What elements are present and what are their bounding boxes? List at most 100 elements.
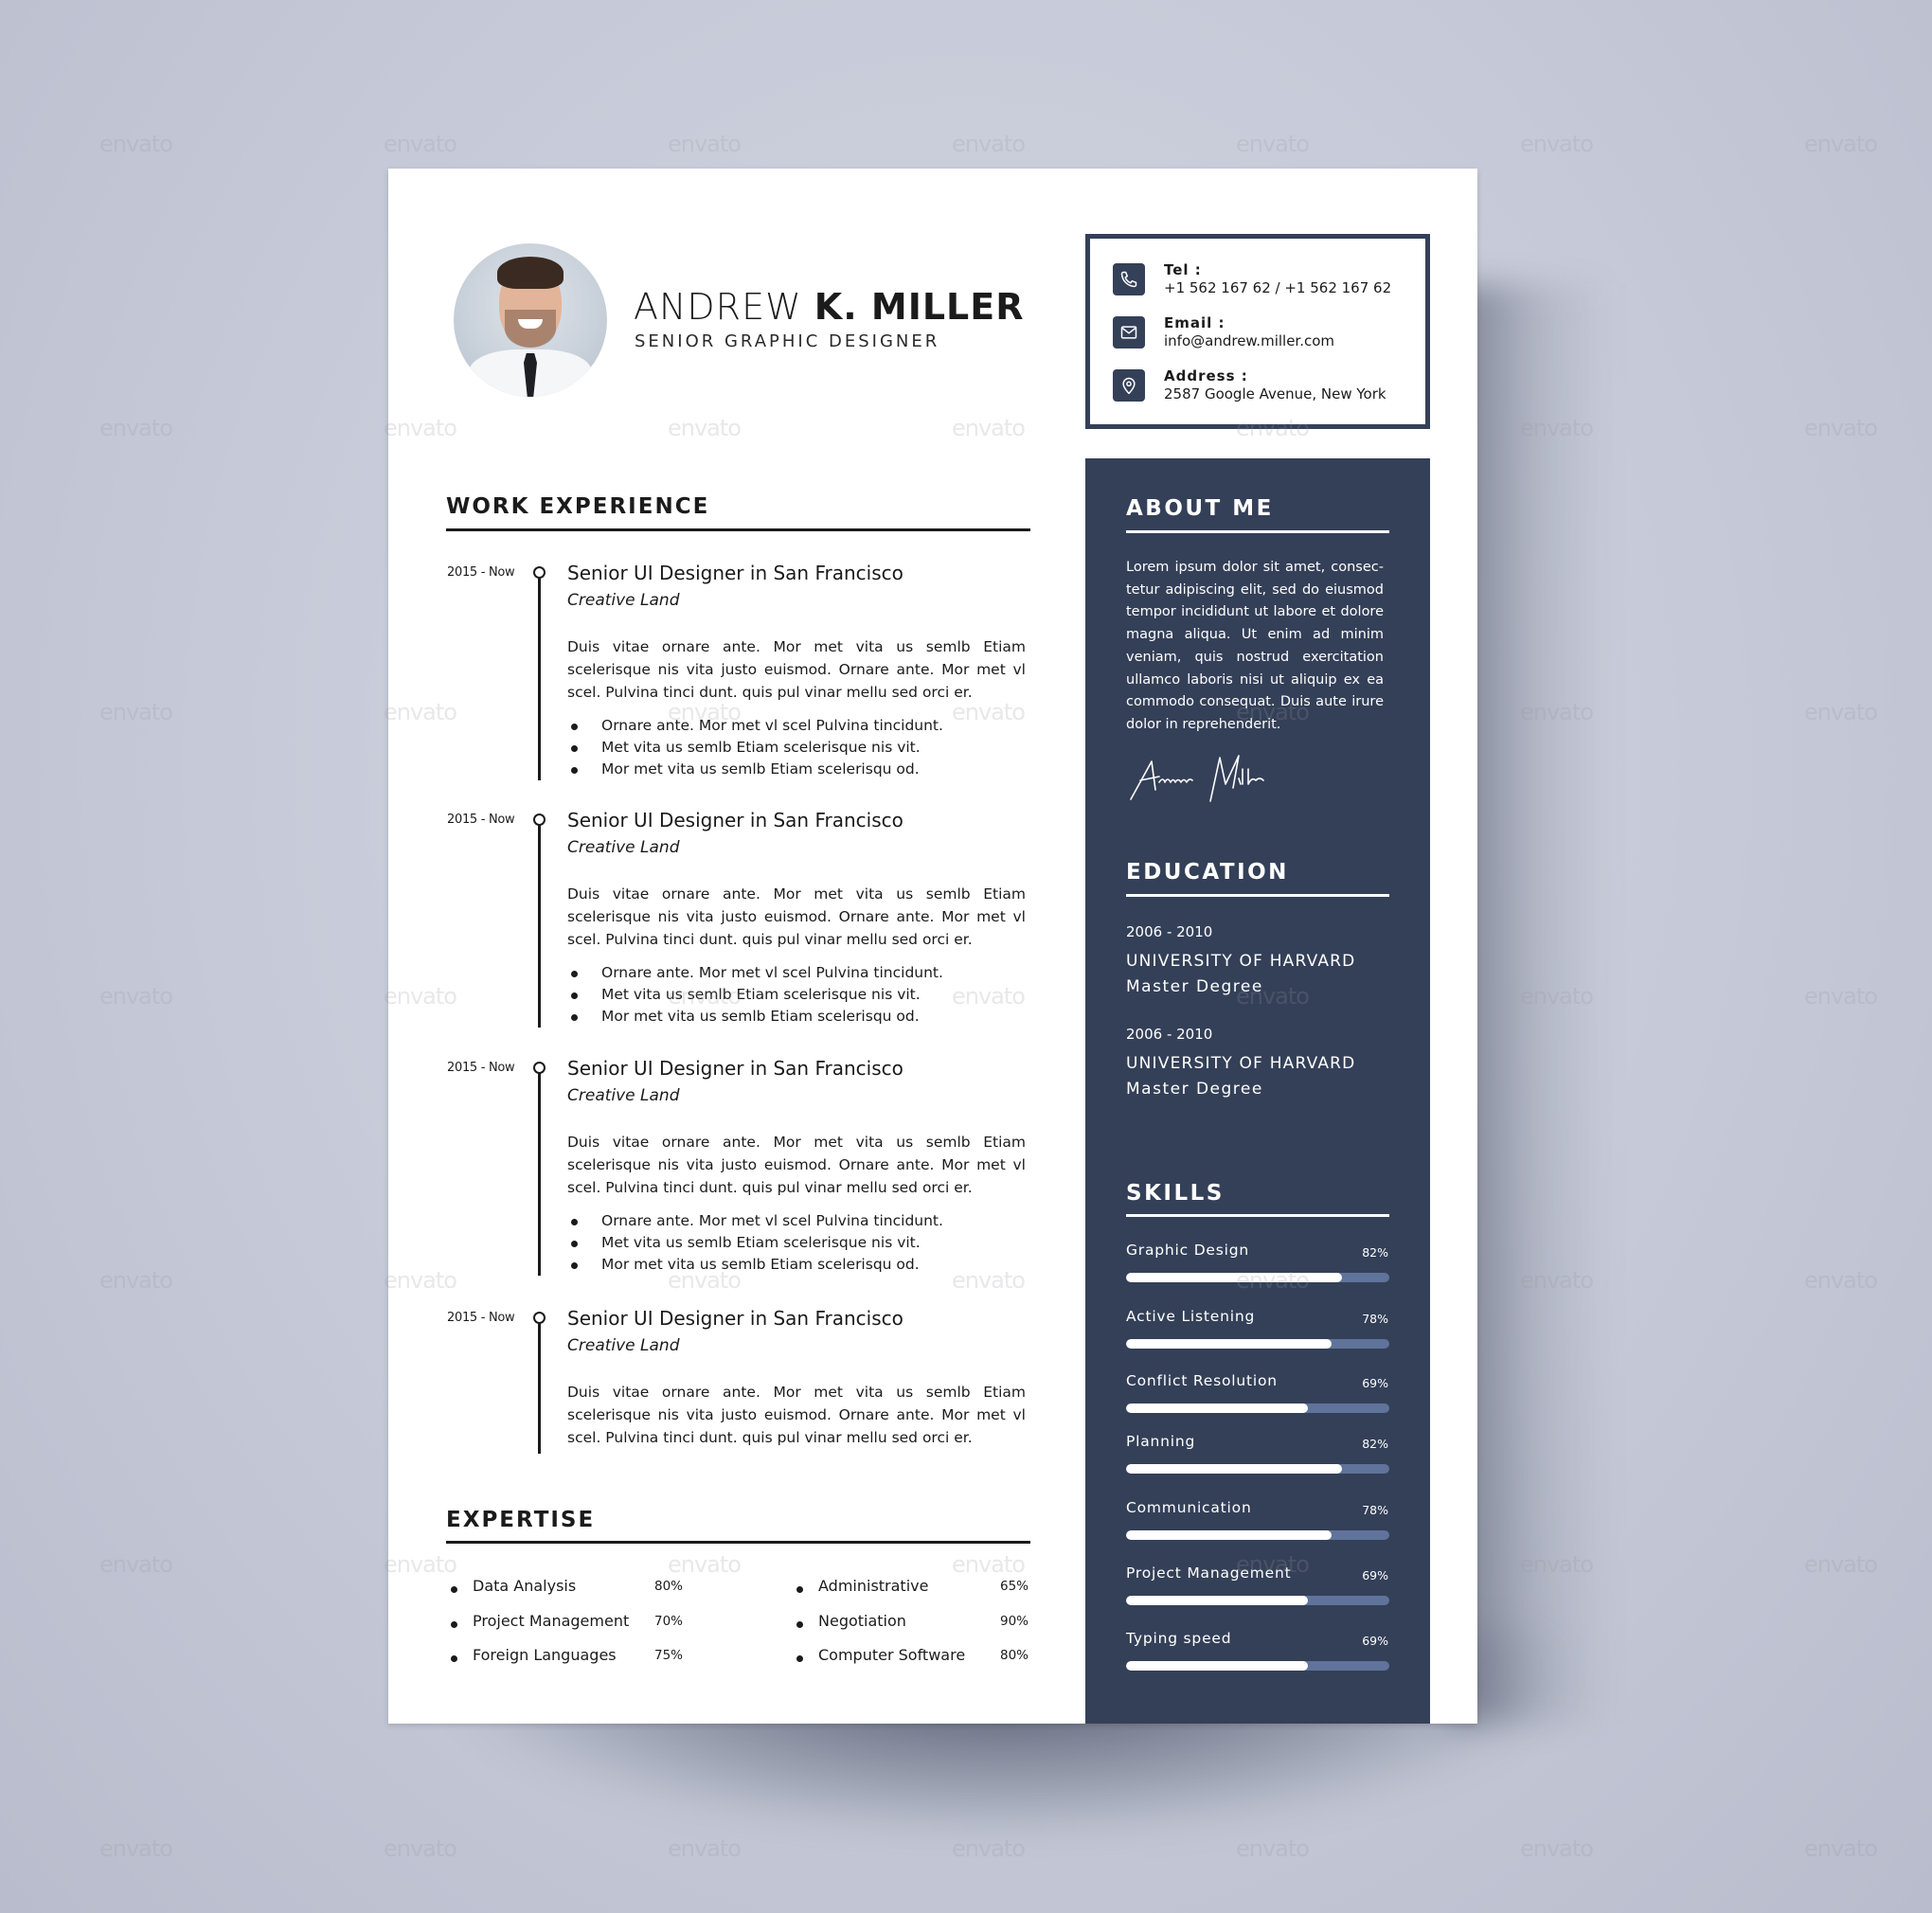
timeline-line [538, 1323, 541, 1454]
expertise-percent: 80% [1000, 1648, 1029, 1663]
job-company: Creative Land [567, 1336, 680, 1355]
watermark-text: envato [952, 131, 1026, 157]
address-value: 2587 Google Avenue, New York [1164, 385, 1386, 402]
skill-bar-fill [1126, 1596, 1308, 1605]
watermark-text: envato [1804, 699, 1878, 725]
job-bullet: Ornare ante. Mor met vl scel Pulvina tin… [567, 1210, 1026, 1232]
job-bullet: Mor met vita us semlb Etiam scelerisqu o… [567, 1254, 1026, 1276]
profile-photo [454, 243, 607, 397]
watermark-text: envato [1236, 1835, 1310, 1862]
watermark-text: envato [99, 131, 173, 157]
watermark-text: envato [1804, 131, 1878, 157]
job-bullets: Ornare ante. Mor met vl scel Pulvina tin… [567, 715, 1026, 780]
skill-bar-track [1126, 1661, 1389, 1671]
bullet-dot [451, 1586, 457, 1593]
job-title: Senior UI Designer in San Francisco [567, 1307, 903, 1330]
watermark-text: envato [99, 699, 173, 725]
job-company: Creative Land [567, 1086, 680, 1105]
expertise-name: Foreign Languages [473, 1646, 617, 1664]
job-bullet: Met vita us semlb Etiam scelerisque nis … [567, 1232, 1026, 1254]
contact-address: Address : 2587 Google Avenue, New York [1113, 367, 1386, 403]
job-title: Senior UI Designer in San Francisco [567, 809, 903, 831]
job-title: Senior UI Designer in San Francisco [567, 562, 903, 584]
skill-percent: 78% [1362, 1503, 1388, 1517]
watermark-text: envato [99, 1267, 173, 1294]
bullet-dot [796, 1621, 803, 1628]
job-company: Creative Land [567, 591, 680, 610]
work-experience-divider [446, 528, 1030, 531]
job-bullet: Ornare ante. Mor met vl scel Pulvina tin… [567, 715, 1026, 737]
expertise-percent: 80% [654, 1579, 684, 1594]
watermark-text: envato [1804, 983, 1878, 1010]
skill-bar-track [1126, 1464, 1389, 1474]
skill-bar-track [1126, 1596, 1389, 1605]
timeline-line [538, 825, 541, 1028]
skill-bar-fill [1126, 1464, 1342, 1474]
skill-bar-track [1126, 1273, 1389, 1282]
watermark-text: envato [1520, 1835, 1594, 1862]
bullet-dot [451, 1621, 457, 1628]
skill-percent: 82% [1362, 1245, 1388, 1260]
job-title: Senior UI Designer in San Francisco [567, 1057, 903, 1080]
expertise-name: Data Analysis [473, 1577, 577, 1595]
expertise-percent: 75% [654, 1648, 684, 1663]
expertise-percent: 65% [1000, 1579, 1029, 1594]
email-value[interactable]: info@andrew.miller.com [1164, 332, 1334, 350]
expertise-name: Project Management [473, 1612, 630, 1630]
job-title-header: SENIOR GRAPHIC DESIGNER [635, 331, 940, 351]
skill-bar-fill [1126, 1661, 1308, 1671]
contact-box: Tel : +1 562 167 62 / +1 562 167 62 Emai… [1085, 234, 1430, 429]
expertise-name: Administrative [818, 1577, 929, 1595]
address-label: Address : [1164, 367, 1248, 384]
skills-divider [1126, 1214, 1389, 1217]
watermark-text: envato [99, 983, 173, 1010]
skill-bar-fill [1126, 1273, 1342, 1282]
job-description: Duis vitae ornare ante. Mor met vita us … [567, 1384, 1026, 1446]
watermark-text: envato [1804, 1267, 1878, 1294]
last-name: K. MILLER [814, 286, 1025, 328]
watermark-text: envato [952, 1835, 1026, 1862]
skill-bar-track [1126, 1530, 1389, 1540]
work-experience-heading: WORK EXPERIENCE [446, 494, 710, 519]
timeline-line [538, 578, 541, 780]
watermark-text: envato [1520, 131, 1594, 157]
education-divider [1126, 894, 1389, 897]
skill-bar-fill [1126, 1339, 1332, 1349]
contact-email: Email : info@andrew.miller.com [1113, 314, 1334, 350]
first-name: ANDREW [634, 286, 802, 328]
photo-beard [505, 310, 556, 348]
skill-name: Graphic Design [1126, 1242, 1250, 1259]
education-school: UNIVERSITY OF HARVARD [1126, 952, 1356, 971]
about-text: Lorem ipsum dolor sit amet, consec­tetur… [1126, 560, 1384, 732]
education-degree: Master Degree [1126, 977, 1263, 996]
timeline-line [538, 1073, 541, 1276]
job-company: Creative Land [567, 838, 680, 857]
education-degree: Master Degree [1126, 1080, 1263, 1099]
watermark-text: envato [1804, 415, 1878, 441]
expertise-percent: 90% [1000, 1614, 1029, 1629]
watermark-text: envato [99, 1835, 173, 1862]
skill-percent: 82% [1362, 1437, 1388, 1451]
job-date: 2015 - Now [447, 565, 515, 580]
watermark-text: envato [668, 1835, 742, 1862]
expertise-divider [446, 1541, 1030, 1544]
email-label: Email : [1164, 314, 1225, 331]
job-date: 2015 - Now [447, 1311, 515, 1325]
job-bullet: Ornare ante. Mor met vl scel Pulvina tin… [567, 962, 1026, 984]
watermark-text: envato [1236, 131, 1310, 157]
skill-bar-track [1126, 1339, 1389, 1349]
education-school: UNIVERSITY OF HARVARD [1126, 1054, 1356, 1073]
tel-label: Tel : [1164, 261, 1202, 278]
tel-value[interactable]: +1 562 167 62 / +1 562 167 62 [1164, 279, 1391, 297]
job-date: 2015 - Now [447, 1061, 515, 1075]
map-pin-icon [1113, 369, 1145, 402]
job-description: Duis vitae ornare ante. Mor met vita us … [567, 1134, 1026, 1196]
education-years: 2006 - 2010 [1126, 923, 1213, 940]
education-years: 2006 - 2010 [1126, 1026, 1213, 1043]
watermark-text: envato [99, 415, 173, 441]
skill-name: Conflict Resolution [1126, 1372, 1278, 1389]
job-description: Duis vitae ornare ante. Mor met vita us … [567, 638, 1026, 701]
skill-name: Planning [1126, 1433, 1196, 1450]
skill-percent: 69% [1362, 1376, 1388, 1390]
job-bullets: Ornare ante. Mor met vl scel Pulvina tin… [567, 1210, 1026, 1276]
